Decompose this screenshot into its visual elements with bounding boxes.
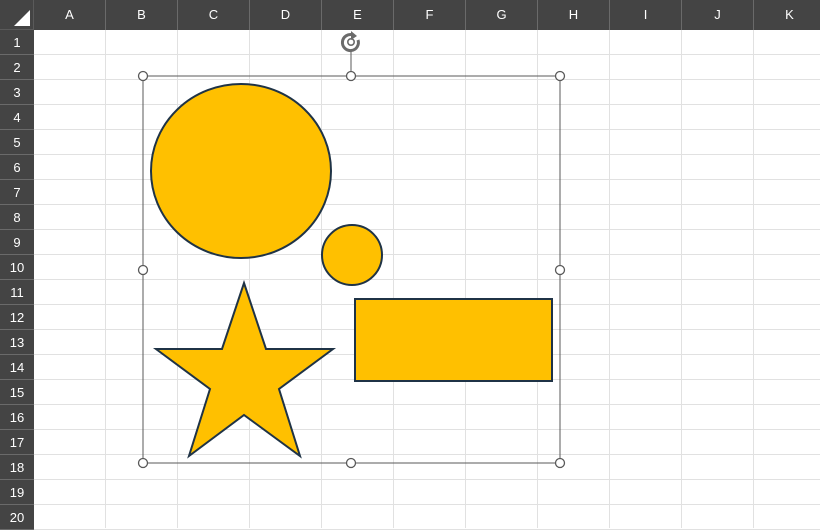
small-circle-shape[interactable] — [321, 224, 383, 286]
resize-handle-right[interactable] — [554, 264, 566, 276]
resize-handle-top[interactable] — [345, 70, 357, 82]
rotate-icon[interactable] — [340, 31, 360, 53]
resize-handle-bottom-left[interactable] — [137, 457, 149, 469]
star-shape[interactable] — [152, 279, 337, 459]
resize-handle-top-right[interactable] — [554, 70, 566, 82]
resize-handle-bottom[interactable] — [345, 457, 357, 469]
shape-layer — [137, 31, 566, 469]
rectangle-shape[interactable] — [354, 298, 553, 382]
resize-handle-top-left[interactable] — [137, 70, 149, 82]
resize-handle-bottom-right[interactable] — [554, 457, 566, 469]
resize-handle-left[interactable] — [137, 264, 149, 276]
large-circle-shape[interactable] — [150, 83, 332, 259]
shape-group[interactable] — [150, 83, 553, 459]
